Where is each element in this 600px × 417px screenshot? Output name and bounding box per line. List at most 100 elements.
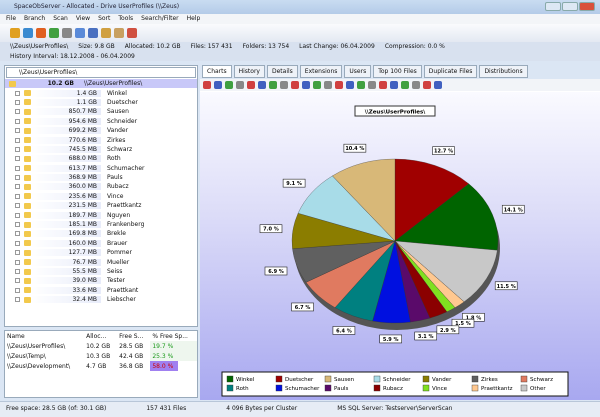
chart-tool-icon[interactable] xyxy=(203,81,211,89)
tree-item[interactable]: 1.1 GB Duetscher xyxy=(5,98,197,107)
expand-icon[interactable] xyxy=(15,109,20,115)
expand-icon[interactable] xyxy=(15,297,20,303)
tab-distributions[interactable]: Distributions xyxy=(479,65,528,78)
tab-history[interactable]: History xyxy=(233,65,265,78)
menu-searchfilter[interactable]: Search/Filter xyxy=(141,15,179,23)
tab-duplicate-files[interactable]: Duplicate Files xyxy=(423,65,478,78)
tree-root[interactable]: 10.2 GB \\Zeus\UserProfiles\ xyxy=(5,79,197,89)
tree-item[interactable]: 76.7 MB Mueller xyxy=(5,257,197,266)
menu-sort[interactable]: Sort xyxy=(98,15,110,23)
chart-tool-icon[interactable] xyxy=(280,81,288,89)
column-header[interactable]: % Free Sp... xyxy=(150,331,197,341)
tree-item[interactable]: 745.5 MB Schwarz xyxy=(5,145,197,154)
toolbar-button-icon[interactable] xyxy=(10,28,20,38)
chart-tool-icon[interactable] xyxy=(313,81,321,89)
chart-tool-icon[interactable] xyxy=(324,81,332,89)
chart-tool-icon[interactable] xyxy=(269,81,277,89)
chart-tool-icon[interactable] xyxy=(225,81,233,89)
column-header[interactable]: Name xyxy=(5,331,84,341)
chart-tool-icon[interactable] xyxy=(247,81,255,89)
expand-icon[interactable] xyxy=(15,269,20,274)
expand-icon[interactable] xyxy=(15,146,20,152)
drive-row[interactable]: \\Zeus\UserProfiles\ 10.2 GB 28.5 GB 19.7 % xyxy=(5,341,197,351)
chart-tool-icon[interactable] xyxy=(214,81,222,89)
menu-view[interactable]: View xyxy=(76,15,90,23)
tree-item[interactable]: 127.7 MB Pommer xyxy=(5,248,197,257)
tree-item[interactable]: 360.0 MB Rubacz xyxy=(5,182,197,191)
tree-item[interactable]: 231.5 MB Praettkantz xyxy=(5,201,197,210)
chart-tool-icon[interactable] xyxy=(368,81,376,89)
toolbar-button-icon[interactable] xyxy=(101,28,111,38)
chart-tool-icon[interactable] xyxy=(236,81,244,89)
tree-item[interactable]: 55.5 MB Seiss xyxy=(5,267,197,276)
drive-row[interactable]: \\Zeus\Temp\ 10.3 GB 42.4 GB 25.3 % xyxy=(5,351,197,361)
path-combo[interactable]: \\Zeus\UserProfiles\ xyxy=(6,67,196,78)
chart-tool-icon[interactable] xyxy=(357,81,365,89)
expand-icon[interactable] xyxy=(15,118,20,124)
expand-icon[interactable] xyxy=(15,278,20,284)
expand-icon[interactable] xyxy=(15,128,20,134)
chart-tool-icon[interactable] xyxy=(379,81,387,89)
chart-tool-icon[interactable] xyxy=(423,81,431,89)
toolbar-button-icon[interactable] xyxy=(75,28,85,38)
tab-top-100-files[interactable]: Top 100 Files xyxy=(373,65,422,78)
menu-tools[interactable]: Tools xyxy=(118,15,133,23)
expand-icon[interactable] xyxy=(15,259,20,265)
toolbar-button-icon[interactable] xyxy=(49,28,59,38)
tree-item[interactable]: 33.6 MB Praettkant xyxy=(5,286,197,295)
tree-item[interactable]: 185.1 MB Frankenberg xyxy=(5,220,197,229)
expand-icon[interactable] xyxy=(15,193,20,199)
chart-tool-icon[interactable] xyxy=(412,81,420,89)
expand-icon[interactable] xyxy=(15,184,20,190)
expand-icon[interactable] xyxy=(15,175,20,181)
toolbar-button-icon[interactable] xyxy=(114,28,124,38)
expand-icon[interactable] xyxy=(15,222,20,228)
tree-item[interactable]: 613.7 MB Schumacher xyxy=(5,164,197,173)
tree-item[interactable]: 235.6 MB Vince xyxy=(5,192,197,201)
tree-item[interactable]: 1.4 GB Winkel xyxy=(5,88,197,97)
tree-item[interactable]: 189.7 MB Nguyen xyxy=(5,210,197,219)
expand-icon[interactable] xyxy=(15,231,20,237)
toolbar-button-icon[interactable] xyxy=(36,28,46,38)
expand-icon[interactable] xyxy=(15,287,20,293)
tab-charts[interactable]: Charts xyxy=(202,65,232,78)
expand-icon[interactable] xyxy=(15,156,20,162)
expand-icon[interactable] xyxy=(15,90,20,96)
tree-item[interactable]: 850.7 MB Sausen xyxy=(5,107,197,116)
toolbar-button-icon[interactable] xyxy=(62,28,72,38)
tab-details[interactable]: Details xyxy=(266,65,298,78)
drive-row[interactable]: \\Zeus\Development\ 4.7 GB 36.8 GB 58.0 % xyxy=(5,361,197,371)
tree-item[interactable]: 32.4 MB Liebscher xyxy=(5,295,197,304)
chart-tool-icon[interactable] xyxy=(401,81,409,89)
chart-tool-icon[interactable] xyxy=(258,81,266,89)
tree-item[interactable]: 770.6 MB Zirkes xyxy=(5,135,197,144)
tab-extensions[interactable]: Extensions xyxy=(299,65,343,78)
close-button[interactable] xyxy=(579,2,595,11)
expand-icon[interactable] xyxy=(15,240,20,246)
chart-tool-icon[interactable] xyxy=(346,81,354,89)
tree-item[interactable]: 39.0 MB Tester xyxy=(5,276,197,285)
chart-tool-icon[interactable] xyxy=(291,81,299,89)
chart-tool-icon[interactable] xyxy=(434,81,442,89)
toolbar-button-icon[interactable] xyxy=(88,28,98,38)
expand-icon[interactable] xyxy=(15,99,20,105)
tree-item[interactable]: 688.0 MB Roth xyxy=(5,154,197,163)
menu-help[interactable]: Help xyxy=(187,15,201,23)
tree-item[interactable]: 169.8 MB Brekle xyxy=(5,229,197,238)
expand-icon[interactable] xyxy=(15,203,20,209)
menu-file[interactable]: File xyxy=(6,15,16,23)
chart-tool-icon[interactable] xyxy=(302,81,310,89)
minimize-button[interactable] xyxy=(545,2,561,11)
tree-item[interactable]: 160.0 MB Brauer xyxy=(5,239,197,248)
tree-item[interactable]: 699.2 MB Vander xyxy=(5,126,197,135)
expand-icon[interactable] xyxy=(15,250,20,256)
column-header[interactable]: Free S... xyxy=(117,331,150,341)
menu-scan[interactable]: Scan xyxy=(53,15,68,23)
chart-tool-icon[interactable] xyxy=(335,81,343,89)
toolbar-button-icon[interactable] xyxy=(127,28,137,38)
tree-item[interactable]: 368.9 MB Pauls xyxy=(5,173,197,182)
column-header[interactable]: Alloc... xyxy=(84,331,117,341)
expand-icon[interactable] xyxy=(15,137,20,143)
expand-icon[interactable] xyxy=(15,212,20,218)
chart-tool-icon[interactable] xyxy=(390,81,398,89)
